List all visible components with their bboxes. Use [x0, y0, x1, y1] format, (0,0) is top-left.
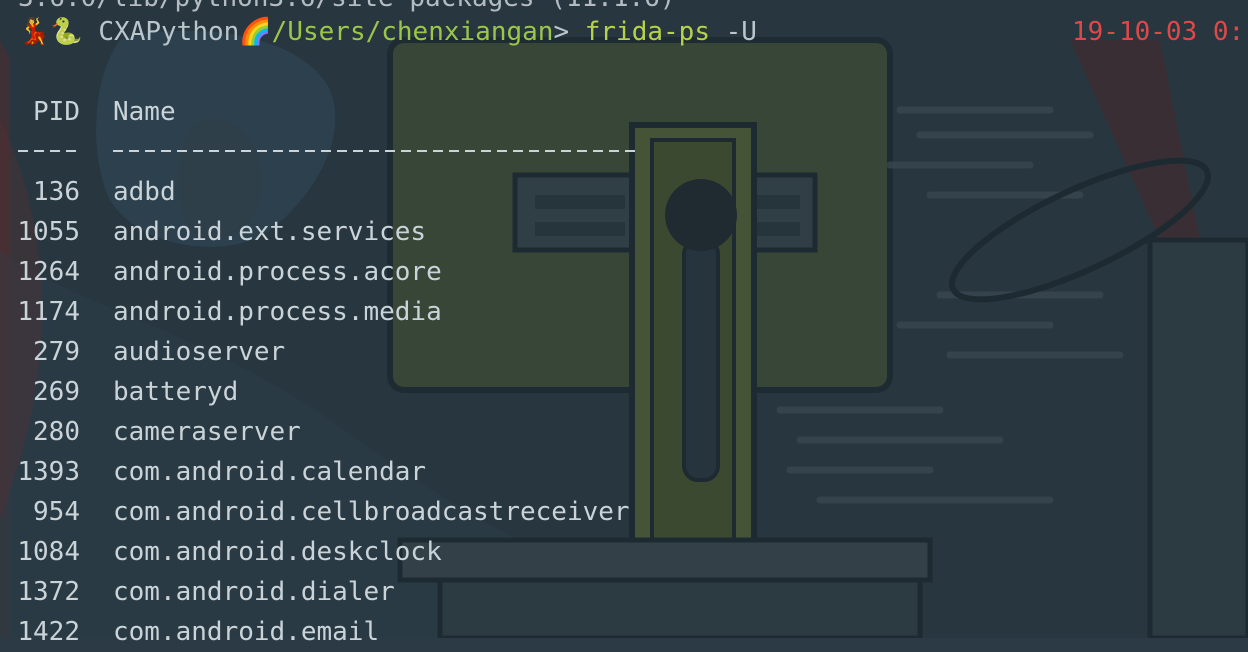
process-pid: 1393 [17, 457, 80, 487]
header-separator-name [113, 150, 641, 152]
process-pid: 280 [33, 417, 80, 447]
column-header-name: Name [113, 97, 176, 127]
table-header-row: PID Name [0, 92, 760, 132]
prompt-emoji-icon: 💃🐍 [18, 17, 83, 47]
table-row: 954 com.android.cellbroadcastreceiver [0, 492, 760, 532]
prompt-arrow: > [553, 17, 570, 47]
process-name: audioserver [113, 337, 286, 367]
process-name: android.ext.services [113, 217, 427, 247]
table-row: 1174 android.process.media [0, 292, 760, 332]
table-row: 1393 com.android.calendar [0, 452, 760, 492]
prompt-path: /Users/chenxiangan [271, 17, 554, 47]
process-pid: 1084 [17, 537, 80, 567]
process-name: cameraserver [113, 417, 301, 447]
table-row: 1372 com.android.dialer [0, 572, 760, 612]
table-row: 1264 android.process.acore [0, 252, 760, 292]
process-pid: 279 [33, 337, 80, 367]
rainbow-icon: 🌈 [239, 17, 272, 47]
table-row: 280 cameraserver [0, 412, 760, 452]
process-name: com.android.cellbroadcastreceiver [113, 497, 630, 527]
terminal-window[interactable]: 3.6.0/lib/python3.6/site-packages (11.1.… [0, 0, 1248, 647]
process-name: adbd [113, 177, 176, 207]
process-name: android.process.media [113, 297, 442, 327]
process-name: com.android.calendar [113, 457, 427, 487]
command-name: frida-ps [584, 17, 710, 47]
table-row: 1084 com.android.deskclock [0, 532, 760, 572]
table-row: 136 adbd [0, 172, 760, 212]
process-pid: 269 [33, 377, 80, 407]
prompt-username: CXAPython [98, 17, 240, 47]
process-pid: 1372 [17, 577, 80, 607]
process-name: com.android.deskclock [113, 537, 442, 567]
header-separator-pid [18, 150, 80, 152]
table-row: 269 batteryd [0, 372, 760, 412]
prompt-timestamp: 19-10-03 0: [1072, 17, 1245, 47]
table-row: 1055 android.ext.services [0, 212, 760, 252]
command-flag: -U [725, 17, 757, 47]
process-pid: 1055 [17, 217, 80, 247]
process-name: batteryd [113, 377, 239, 407]
process-name: android.process.acore [113, 257, 442, 287]
process-name: com.android.email [113, 617, 380, 647]
process-pid: 1422 [17, 617, 80, 647]
process-pid: 136 [33, 177, 80, 207]
column-header-pid: PID [33, 97, 80, 127]
shell-prompt: 💃🐍 CXAPython🌈/Users/chenxiangan> frida-p… [18, 12, 757, 52]
process-pid: 1264 [17, 257, 80, 287]
table-row: 279 audioserver [0, 332, 760, 372]
process-name: com.android.dialer [113, 577, 395, 607]
process-pid: 1174 [17, 297, 80, 327]
process-pid: 954 [33, 497, 80, 527]
table-row: 1422 com.android.email [0, 612, 760, 652]
